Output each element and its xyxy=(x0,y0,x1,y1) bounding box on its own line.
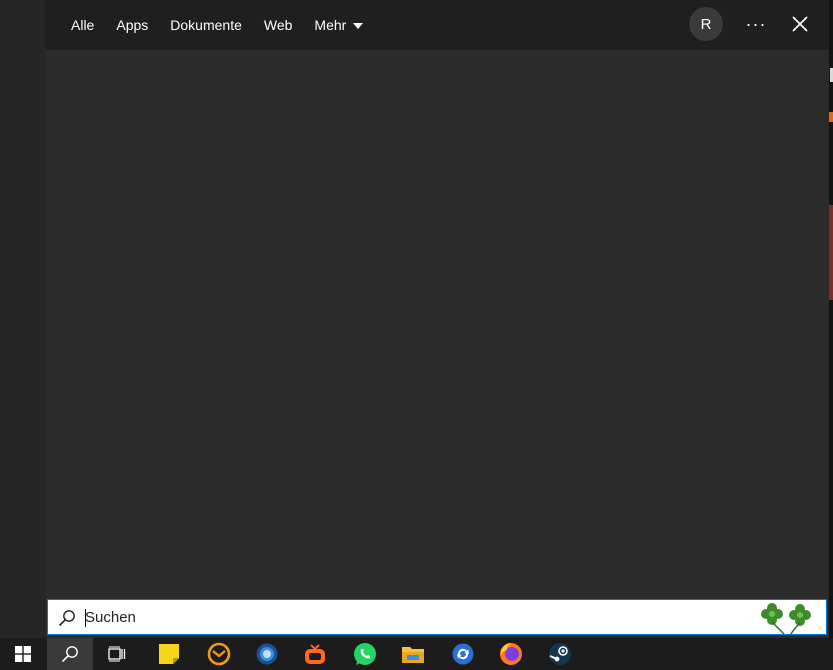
steam-app[interactable] xyxy=(537,638,583,670)
tab-label: Alle xyxy=(71,17,95,33)
file-explorer-app[interactable] xyxy=(390,638,436,670)
folder-icon xyxy=(402,647,424,663)
desktop-left-rail xyxy=(0,0,46,638)
sync-app[interactable] xyxy=(440,638,486,670)
tv-app[interactable] xyxy=(292,638,338,670)
start-button[interactable] xyxy=(0,638,46,670)
search-icon xyxy=(58,610,75,627)
steam-icon xyxy=(549,643,571,665)
tab-label: Mehr xyxy=(314,17,347,33)
search-panel: Alle Apps Dokumente Web Mehr R ··· xyxy=(46,0,829,638)
tab-apps[interactable]: Apps xyxy=(105,0,159,50)
whatsapp-app[interactable] xyxy=(342,638,388,670)
chevron-down-icon xyxy=(353,23,364,29)
tab-label: Web xyxy=(263,17,293,33)
avatar-initial: R xyxy=(700,15,712,33)
text-cursor xyxy=(85,609,86,627)
background-strip xyxy=(829,112,833,122)
tab-label: Apps xyxy=(116,17,149,33)
more-options-button[interactable]: ··· xyxy=(740,10,772,38)
background-window-edge xyxy=(829,0,833,638)
clover-icon xyxy=(761,603,811,635)
search-topbar: Alle Apps Dokumente Web Mehr R ··· xyxy=(46,0,829,50)
task-view-button[interactable] xyxy=(94,638,140,670)
tab-dokumente[interactable]: Dokumente xyxy=(159,0,253,50)
account-avatar[interactable]: R xyxy=(689,7,723,41)
whatsapp-icon xyxy=(354,643,376,665)
tab-web[interactable]: Web xyxy=(253,0,304,50)
tab-mehr[interactable]: Mehr xyxy=(303,0,374,50)
search-icon xyxy=(61,646,78,663)
firefox-icon xyxy=(500,643,522,665)
search-input[interactable] xyxy=(85,603,745,631)
task-view-icon xyxy=(108,646,126,662)
sticky-notes-icon xyxy=(159,644,179,664)
tab-label: Dokumente xyxy=(170,17,242,33)
sticky-notes-app[interactable] xyxy=(146,638,192,670)
windows-logo-icon xyxy=(15,646,31,662)
taskbar xyxy=(0,638,833,670)
background-strip xyxy=(829,205,833,300)
firefox-app[interactable] xyxy=(488,638,534,670)
sync-icon xyxy=(452,643,474,665)
tab-alle[interactable]: Alle xyxy=(60,0,105,50)
em-client-app[interactable] xyxy=(196,638,242,670)
search-button[interactable] xyxy=(47,638,93,670)
tv-icon xyxy=(305,644,325,664)
search-scope-tabs: Alle Apps Dokumente Web Mehr xyxy=(60,0,374,50)
circle-app-icon xyxy=(256,643,278,665)
search-box[interactable] xyxy=(47,599,827,635)
ellipsis-icon: ··· xyxy=(745,13,767,34)
close-icon xyxy=(792,16,808,32)
close-button[interactable] xyxy=(784,8,816,40)
email-client-icon xyxy=(207,642,231,666)
circular-app[interactable] xyxy=(244,638,290,670)
